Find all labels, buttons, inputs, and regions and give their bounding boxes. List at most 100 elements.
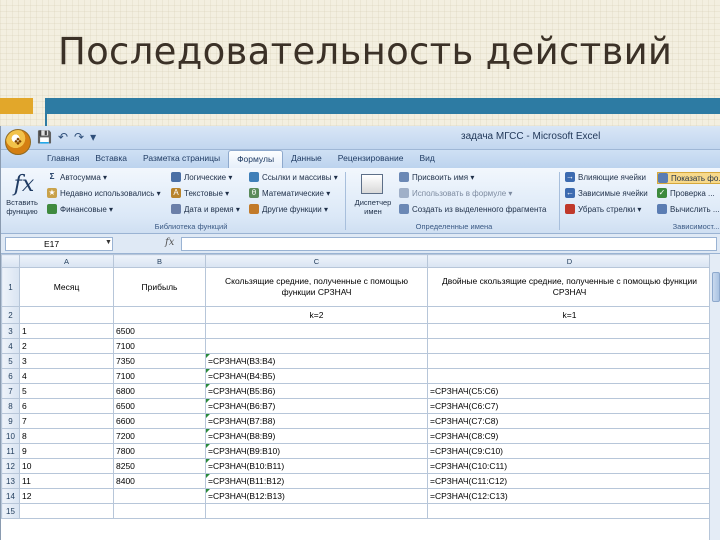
row-header[interactable]: 9 (1, 413, 20, 429)
name-manager-icon[interactable] (361, 174, 383, 194)
row-header[interactable]: 10 (1, 428, 20, 444)
cell-moving-average[interactable]: =СРЗНАЧ(B12:B13) (205, 488, 428, 504)
column-header[interactable]: C (205, 254, 428, 268)
cell-month[interactable]: 10 (19, 458, 114, 474)
cell-moving-average[interactable]: =СРЗНАЧ(B6:B7) (205, 398, 428, 414)
vertical-scrollbar[interactable] (709, 254, 720, 540)
header-cell-double-moving-average[interactable]: Двойные скользящие средние, полученные с… (427, 267, 712, 307)
cell-month[interactable]: 8 (19, 428, 114, 444)
select-all-corner[interactable] (1, 254, 20, 268)
evaluate-formula-button[interactable]: Вычислить ... (657, 204, 720, 214)
math-functions-button[interactable]: θ Математические ▾ (249, 188, 330, 198)
other-functions-button[interactable]: Другие функции ▾ (249, 204, 328, 214)
header-cell-profit[interactable]: Прибыль (113, 267, 206, 307)
text-functions-button[interactable]: A Текстовые ▾ (171, 188, 229, 198)
cell-double-moving-average[interactable] (427, 503, 712, 519)
cell-month[interactable]: 9 (19, 443, 114, 459)
undo-icon[interactable]: ↶ (58, 130, 68, 144)
recent-functions-button[interactable]: ★ Недавно использовались ▾ (47, 188, 161, 198)
tab-view[interactable]: Вид (411, 150, 442, 168)
cell-moving-average[interactable]: =СРЗНАЧ(B9:B10) (205, 443, 428, 459)
cell-month[interactable]: 3 (19, 353, 114, 369)
tab-review[interactable]: Рецензирование (330, 150, 412, 168)
cell-double-moving-average[interactable]: =СРЗНАЧ(C8:C9) (427, 428, 712, 444)
cell-moving-average[interactable]: =СРЗНАЧ(B3:B4) (205, 353, 428, 369)
row-header[interactable]: 2 (1, 306, 20, 324)
chevron-down-icon[interactable]: ▼ (105, 239, 112, 246)
use-in-formula-button[interactable]: Использовать в формуле ▾ (399, 188, 512, 198)
remove-arrows-button[interactable]: Убрать стрелки ▾ (565, 204, 641, 214)
lookup-functions-button[interactable]: Ссылки и массивы ▾ (249, 172, 338, 182)
row-header[interactable]: 12 (1, 458, 20, 474)
cell-moving-average[interactable]: =СРЗНАЧ(B7:B8) (205, 413, 428, 429)
define-name-button[interactable]: Присвоить имя ▾ (399, 172, 474, 182)
datetime-functions-button[interactable]: Дата и время ▾ (171, 204, 240, 214)
cell-double-moving-average[interactable]: =СРЗНАЧ(C9:C10) (427, 443, 712, 459)
header-cell-moving-average[interactable]: Скользящие средние, полученные с помощью… (205, 267, 428, 307)
cell-month[interactable]: 12 (19, 488, 114, 504)
tab-formulas[interactable]: Формулы (228, 150, 284, 168)
k-cell-c[interactable]: k=2 (205, 306, 428, 324)
cell-moving-average[interactable]: =СРЗНАЧ(B4:B5) (205, 368, 428, 384)
row-header[interactable]: 14 (1, 488, 20, 504)
cell-double-moving-average[interactable]: =СРЗНАЧ(C11:C12) (427, 473, 712, 489)
cell-month[interactable]: 7 (19, 413, 114, 429)
cell-profit[interactable]: 7100 (113, 368, 206, 384)
cell-profit[interactable]: 8400 (113, 473, 206, 489)
trace-precedents-button[interactable]: → Влияющие ячейки (565, 172, 646, 182)
k-cell-d[interactable]: k=1 (427, 306, 712, 324)
cell-moving-average[interactable] (205, 323, 428, 339)
formula-input[interactable] (181, 237, 717, 251)
cell-profit[interactable] (113, 488, 206, 504)
cell-month[interactable] (19, 503, 114, 519)
insert-function-icon[interactable]: fx (9, 172, 39, 200)
cell-double-moving-average[interactable] (427, 338, 712, 354)
cell-profit[interactable]: 6600 (113, 413, 206, 429)
cell-double-moving-average[interactable]: =СРЗНАЧ(C10:C11) (427, 458, 712, 474)
cell-double-moving-average[interactable] (427, 368, 712, 384)
insert-function-button[interactable]: Вставить функцию (4, 198, 40, 216)
cell-month[interactable]: 6 (19, 398, 114, 414)
cell-double-moving-average[interactable]: =СРЗНАЧ(C7:C8) (427, 413, 712, 429)
error-checking-button[interactable]: ✓ Проверка ... (657, 188, 715, 198)
row-header[interactable]: 1 (1, 267, 20, 307)
financial-functions-button[interactable]: Финансовые ▾ (47, 204, 113, 214)
trace-dependents-button[interactable]: ← Зависимые ячейки (565, 188, 648, 198)
cell-moving-average[interactable]: =СРЗНАЧ(B10:B11) (205, 458, 428, 474)
show-formulas-button[interactable]: Показать фо... (657, 172, 720, 184)
cell-month[interactable]: 4 (19, 368, 114, 384)
cell-profit[interactable]: 6800 (113, 383, 206, 399)
cell-double-moving-average[interactable]: =СРЗНАЧ(C6:C7) (427, 398, 712, 414)
tab-insert[interactable]: Вставка (87, 150, 135, 168)
cell-profit[interactable]: 7350 (113, 353, 206, 369)
cell-month[interactable]: 11 (19, 473, 114, 489)
logical-functions-button[interactable]: Логические ▾ (171, 172, 232, 182)
row-header[interactable]: 15 (1, 503, 20, 519)
cell-moving-average[interactable] (205, 338, 428, 354)
row-header[interactable]: 11 (1, 443, 20, 459)
create-from-selection-button[interactable]: Создать из выделенного фрагмента (399, 204, 546, 214)
cell-profit[interactable]: 7200 (113, 428, 206, 444)
name-manager-button[interactable]: Диспетчер имен (351, 198, 395, 216)
header-cell-month[interactable]: Месяц (19, 267, 114, 307)
column-header[interactable]: A (19, 254, 114, 268)
cell-profit[interactable]: 6500 (113, 398, 206, 414)
scrollbar-thumb[interactable] (712, 272, 720, 302)
cell-moving-average[interactable]: =СРЗНАЧ(B8:B9) (205, 428, 428, 444)
fx-icon[interactable]: fx (165, 237, 174, 248)
tab-home[interactable]: Главная (39, 150, 87, 168)
cell-profit[interactable]: 6500 (113, 323, 206, 339)
row-header[interactable]: 5 (1, 353, 20, 369)
save-icon[interactable]: 💾 (37, 130, 52, 144)
tab-data[interactable]: Данные (283, 150, 330, 168)
row-header[interactable]: 4 (1, 338, 20, 354)
cell-double-moving-average[interactable] (427, 323, 712, 339)
cell[interactable] (113, 306, 206, 324)
cell-moving-average[interactable]: =СРЗНАЧ(B11:B12) (205, 473, 428, 489)
name-box[interactable]: E17 (5, 237, 113, 251)
cell[interactable] (19, 306, 114, 324)
cell-month[interactable]: 5 (19, 383, 114, 399)
row-header[interactable]: 8 (1, 398, 20, 414)
redo-icon[interactable]: ↷ (74, 130, 84, 144)
cell-double-moving-average[interactable]: =СРЗНАЧ(C12:C13) (427, 488, 712, 504)
